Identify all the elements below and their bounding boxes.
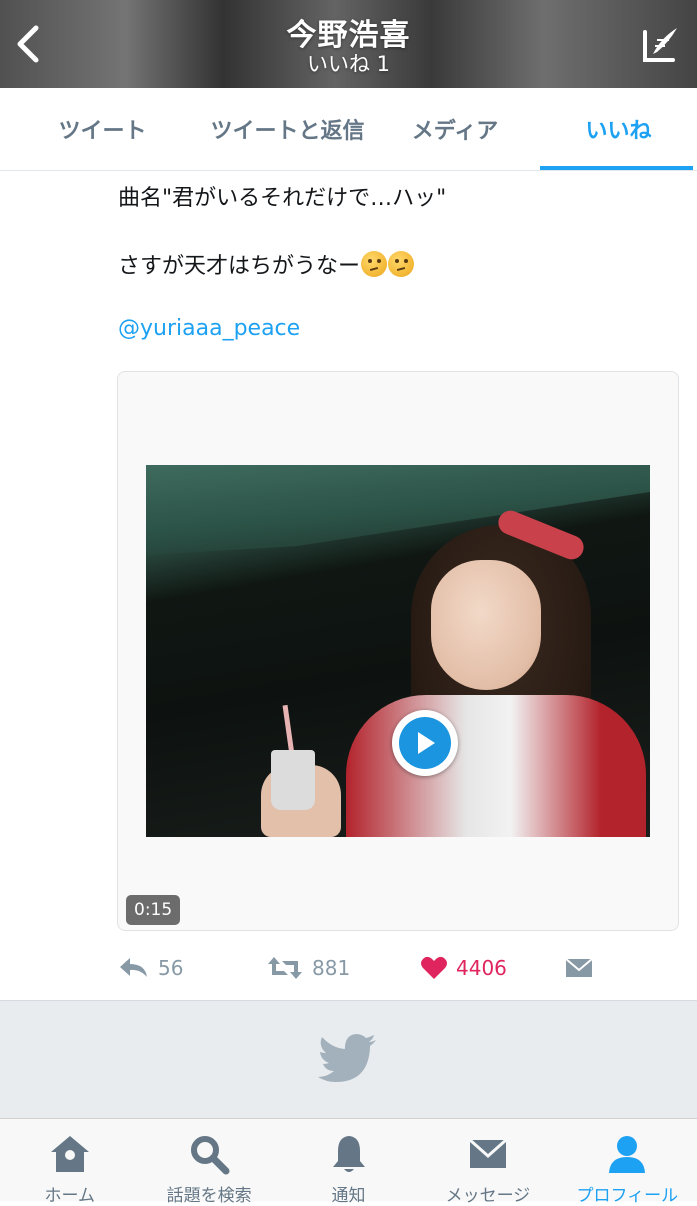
retweet-icon: [268, 957, 302, 979]
bottom-tab-bar: ホーム 話題を検索 通知 メッセージ プロフィール: [0, 1118, 697, 1206]
tweet-line-2: さすが天才はちがうなー: [118, 254, 361, 279]
tabbar-search-label: 話題を検索: [166, 1186, 252, 1206]
tab-tweets[interactable]: ツイート: [0, 88, 205, 170]
tabbar-profile-label: プロフィール: [576, 1186, 679, 1206]
thinking-face-emoji-icon: [388, 251, 415, 277]
page-subtitle: いいね 1: [306, 52, 391, 76]
reply-icon: [120, 958, 147, 977]
timeline-end: [0, 1000, 697, 1119]
mention-link[interactable]: @yuriaaa_peace: [118, 316, 300, 341]
tab-media[interactable]: メディア: [370, 88, 540, 170]
tweet-line-1: 曲名"君がいるそれだけで…ハッ": [118, 186, 447, 211]
video-duration: 0:15: [126, 895, 181, 925]
profile-tabs: ツイート ツイートと返信 メディア いいね: [0, 88, 697, 171]
tab-tweets-and-replies[interactable]: ツイートと返信: [205, 88, 370, 170]
tabbar-notifications-label: 通知: [331, 1186, 366, 1206]
bell-icon: [332, 1136, 365, 1172]
twitter-bird-icon: [318, 1034, 376, 1082]
video-thumbnail[interactable]: [146, 465, 650, 837]
envelope-icon: [468, 1138, 507, 1168]
compose-button[interactable]: [637, 22, 683, 68]
direct-message-button[interactable]: [564, 948, 594, 988]
tabbar-messages-label: メッセージ: [445, 1186, 531, 1206]
tabbar-home[interactable]: ホーム: [0, 1119, 139, 1206]
retweet-button[interactable]: 881: [266, 948, 350, 988]
play-icon: [418, 732, 435, 754]
tweet-text: 曲名"君がいるそれだけで…ハッ" さすが天才はちがうなー: [118, 182, 678, 284]
home-icon: [50, 1136, 89, 1172]
tab-likes[interactable]: いいね: [540, 88, 697, 170]
tabbar-profile[interactable]: プロフィール: [558, 1119, 697, 1206]
reply-button[interactable]: 56: [118, 948, 183, 988]
heart-icon: [421, 956, 447, 979]
search-icon: [191, 1136, 230, 1175]
tabbar-home-label: ホーム: [44, 1186, 95, 1206]
tabbar-notifications[interactable]: 通知: [279, 1119, 418, 1206]
tweet-actions: 56 881 4406: [118, 948, 678, 988]
retweet-count: 881: [312, 956, 351, 980]
like-button[interactable]: 4406: [420, 948, 507, 988]
tabbar-messages[interactable]: メッセージ: [418, 1119, 557, 1206]
compose-tweet-icon: [643, 28, 677, 62]
thinking-face-emoji-icon: [361, 251, 388, 277]
like-count: 4406: [456, 956, 507, 980]
reply-count: 56: [158, 956, 184, 980]
play-button[interactable]: [392, 710, 458, 776]
person-icon: [609, 1136, 646, 1173]
tabbar-search[interactable]: 話題を検索: [139, 1119, 278, 1206]
envelope-icon: [565, 958, 593, 977]
video-card[interactable]: 0:15: [117, 371, 679, 931]
profile-header: 今野浩喜 いいね 1: [0, 0, 697, 88]
